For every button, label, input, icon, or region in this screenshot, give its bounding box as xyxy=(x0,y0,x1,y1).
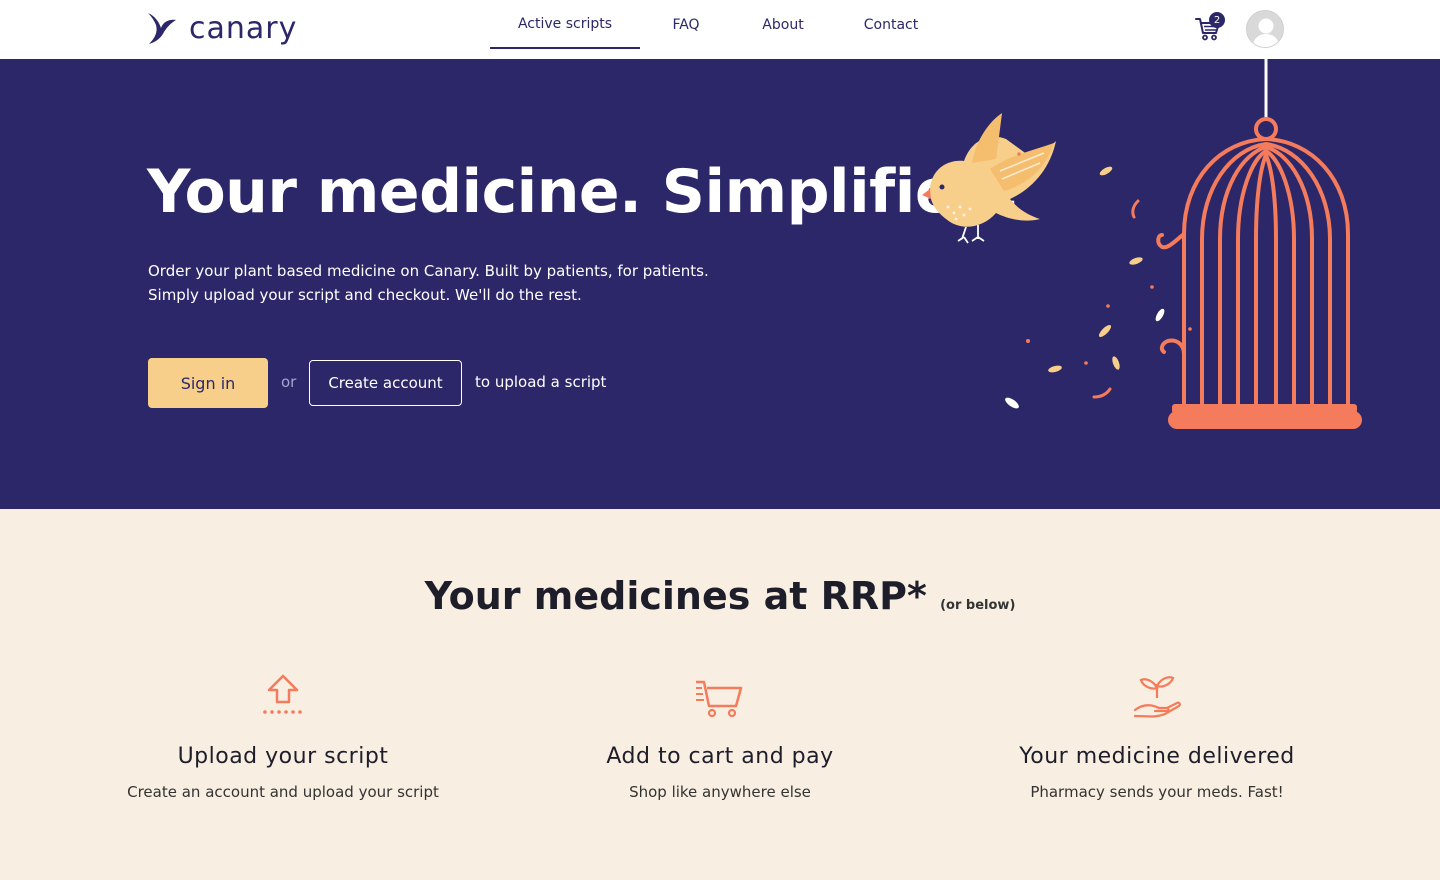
nav-contact[interactable]: Contact xyxy=(834,0,948,49)
feature-description: Create an account and upload your script xyxy=(127,783,439,801)
nav-about[interactable]: About xyxy=(732,0,834,49)
hero-subtitle-line1: Order your plant based medicine on Canar… xyxy=(148,262,709,280)
main-nav: Active scripts FAQ About Contact xyxy=(490,0,948,59)
logo[interactable]: canary xyxy=(145,10,297,46)
bird-cage-illustration xyxy=(922,59,1362,429)
cart-count-badge: 2 xyxy=(1209,12,1225,28)
cart-button[interactable]: 2 xyxy=(1194,12,1225,44)
feature-upload: Upload your script Create an account and… xyxy=(63,670,503,801)
feature-title: Your medicine delivered xyxy=(1019,744,1295,769)
feature-description: Pharmacy sends your meds. Fast! xyxy=(1030,783,1284,801)
top-header: canary Active scripts FAQ About Contact … xyxy=(0,0,1440,59)
hero-subtitle-line2: Simply upload your script and checkout. … xyxy=(148,286,582,304)
rrp-heading: Your medicines at RRP* (or below) xyxy=(0,574,1440,618)
feature-description: Shop like anywhere else xyxy=(629,783,811,801)
or-text: or xyxy=(281,373,297,391)
plant-hand-icon xyxy=(1133,676,1181,718)
hero-section: Your medicine. Simplified. Order your pl… xyxy=(0,59,1440,509)
upload-icon xyxy=(263,674,302,714)
cart-icon xyxy=(696,680,743,718)
user-avatar[interactable] xyxy=(1246,10,1284,48)
rrp-note: (or below) xyxy=(940,598,1016,613)
feature-delivered: Your medicine delivered Pharmacy sends y… xyxy=(937,670,1377,801)
logo-text: canary xyxy=(189,10,298,46)
nav-faq[interactable]: FAQ xyxy=(640,0,732,49)
create-account-button[interactable]: Create account xyxy=(309,360,462,406)
user-avatar-icon xyxy=(1247,11,1283,47)
nav-active-scripts[interactable]: Active scripts xyxy=(490,0,640,49)
sign-in-button[interactable]: Sign in xyxy=(148,358,268,408)
feature-cart: Add to cart and pay Shop like anywhere e… xyxy=(500,670,940,801)
upload-hint-text: to upload a script xyxy=(475,373,607,391)
canary-bird-logo-icon xyxy=(148,13,176,44)
feature-title: Upload your script xyxy=(177,744,389,769)
rrp-title: Your medicines at RRP* xyxy=(424,574,927,618)
hero-title: Your medicine. Simplified. xyxy=(147,157,1020,227)
feature-title: Add to cart and pay xyxy=(606,744,834,769)
